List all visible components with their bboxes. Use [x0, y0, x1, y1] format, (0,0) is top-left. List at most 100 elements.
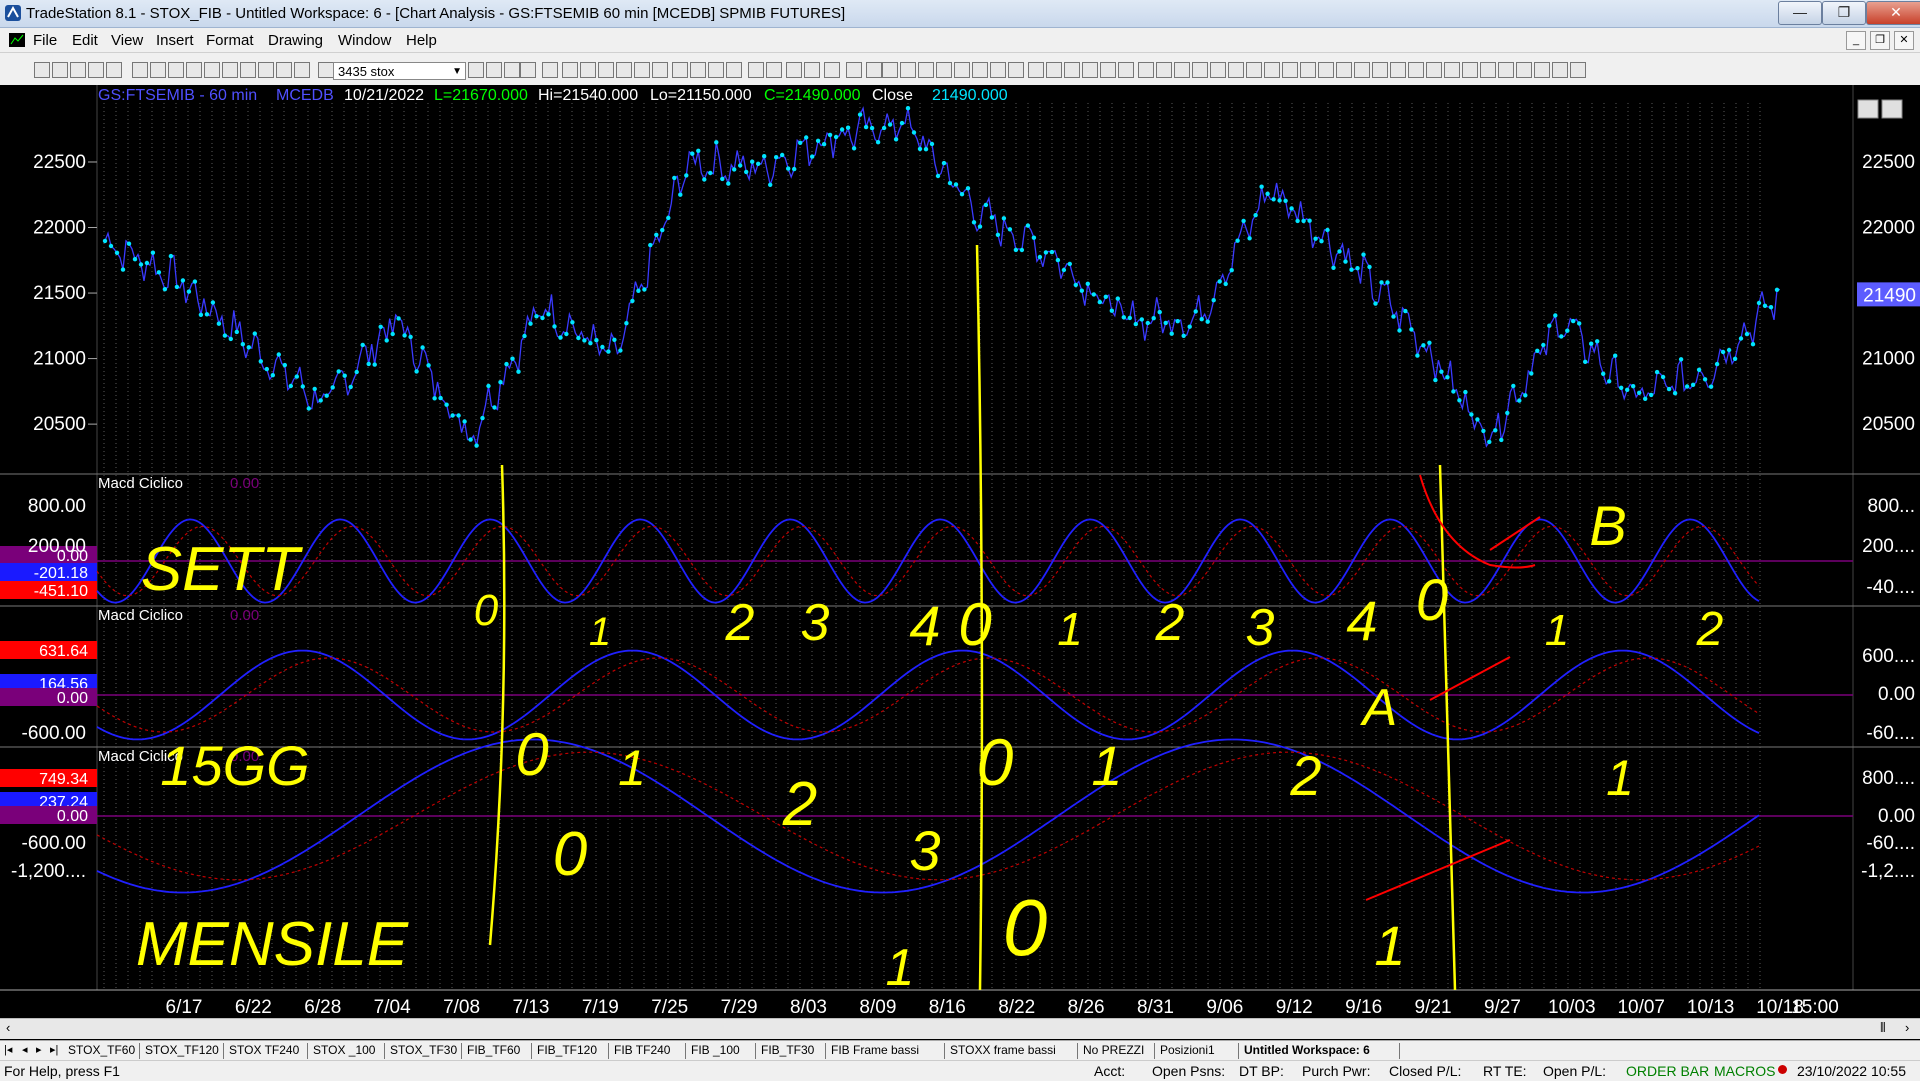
- toolbar-tool-icon[interactable]: [1318, 62, 1334, 78]
- toolbar-tool-icon[interactable]: [1480, 62, 1496, 78]
- toolbar-tool-icon[interactable]: [824, 62, 840, 78]
- chart-area[interactable]: GS:FTSEMIB - 60 min MCEDB 10/21/2022 L=2167…: [0, 85, 1920, 1018]
- toolbar-tool-icon[interactable]: [520, 62, 536, 78]
- toolbar-tool-icon[interactable]: [1100, 62, 1116, 78]
- tab-untitled-workspace-6[interactable]: Untitled Workspace: 6: [1244, 1043, 1370, 1057]
- toolbar-tool-icon[interactable]: [1082, 62, 1098, 78]
- toolbar-tool-icon[interactable]: [1064, 62, 1080, 78]
- toolbar-tool-icon[interactable]: [88, 62, 104, 78]
- toolbar-tool-icon[interactable]: [900, 62, 916, 78]
- toolbar-tool-icon[interactable]: [598, 62, 614, 78]
- toolbar-tool-icon[interactable]: [1516, 62, 1532, 78]
- toolbar-tool-icon[interactable]: [786, 62, 802, 78]
- toolbar-tool-icon[interactable]: [1390, 62, 1406, 78]
- menu-drawing[interactable]: Drawing: [268, 32, 323, 49]
- mdi-minimize-button[interactable]: _: [1846, 31, 1866, 50]
- menu-insert[interactable]: Insert: [156, 32, 194, 49]
- minimize-button[interactable]: —: [1778, 1, 1822, 25]
- toolbar-tool-icon[interactable]: [708, 62, 724, 78]
- toolbar-tool-icon[interactable]: [726, 62, 742, 78]
- toolbar-tool-icon[interactable]: [1336, 62, 1352, 78]
- status-macros[interactable]: MACROS: [1714, 1063, 1775, 1079]
- toolbar-tool-icon[interactable]: [882, 62, 898, 78]
- toolbar-tool-icon[interactable]: [70, 62, 86, 78]
- status-order-bar[interactable]: ORDER BAR: [1626, 1063, 1709, 1079]
- tab-fib-frame-bassi[interactable]: FIB Frame bassi: [831, 1043, 919, 1057]
- tab-stox-tf60[interactable]: STOX_TF60: [68, 1043, 135, 1057]
- horizontal-scrollbar[interactable]: ‹ ⦀ ›: [0, 1018, 1920, 1039]
- toolbar-tool-icon[interactable]: [276, 62, 292, 78]
- toolbar-tool-icon[interactable]: [1444, 62, 1460, 78]
- menu-edit[interactable]: Edit: [72, 32, 98, 49]
- tab-fib-tf120[interactable]: FIB_TF120: [537, 1043, 597, 1057]
- toolbar-tool-icon[interactable]: [1552, 62, 1568, 78]
- toolbar-tool-icon[interactable]: [294, 62, 310, 78]
- tab-stox-tf240[interactable]: STOX TF240: [229, 1043, 299, 1057]
- mdi-close-button[interactable]: ✕: [1894, 31, 1914, 50]
- toolbar-tool-icon[interactable]: [846, 62, 862, 78]
- toolbar-tool-icon[interactable]: [1264, 62, 1280, 78]
- toolbar-tool-icon[interactable]: [204, 62, 220, 78]
- toolbar-tool-icon[interactable]: [52, 62, 68, 78]
- toolbar-tool-icon[interactable]: [1372, 62, 1388, 78]
- maximize-button[interactable]: ❐: [1822, 1, 1866, 25]
- toolbar-tool-icon[interactable]: [616, 62, 632, 78]
- toolbar-tool-icon[interactable]: [1138, 62, 1154, 78]
- tab-fib-tf240[interactable]: FIB TF240: [614, 1043, 670, 1057]
- scroll-thumb[interactable]: ⦀: [1880, 1020, 1886, 1036]
- tab-nav-last-icon[interactable]: ▸|: [50, 1043, 58, 1056]
- close-button[interactable]: ✕: [1866, 1, 1920, 25]
- toolbar-tool-icon[interactable]: [132, 62, 148, 78]
- toolbar-tool-icon[interactable]: [1282, 62, 1298, 78]
- toolbar-tool-icon[interactable]: [186, 62, 202, 78]
- tab-no-prezzi[interactable]: No PREZZI: [1083, 1043, 1144, 1057]
- menu-file[interactable]: File: [33, 32, 57, 49]
- toolbar-tool-icon[interactable]: [1156, 62, 1172, 78]
- toolbar-tool-icon[interactable]: [1246, 62, 1262, 78]
- scroll-right-icon[interactable]: ›: [1905, 1020, 1909, 1035]
- toolbar-tool-icon[interactable]: [34, 62, 50, 78]
- toolbar-tool-icon[interactable]: [580, 62, 596, 78]
- tab-fib-100[interactable]: FIB _100: [691, 1043, 740, 1057]
- chart-window-icon[interactable]: [8, 32, 26, 48]
- toolbar-tool-icon[interactable]: [504, 62, 520, 78]
- toolbar-tool-icon[interactable]: [1354, 62, 1370, 78]
- toolbar-tool-icon[interactable]: [918, 62, 934, 78]
- toolbar-tool-icon[interactable]: [150, 62, 166, 78]
- toolbar-tool-icon[interactable]: [168, 62, 184, 78]
- toolbar-tool-icon[interactable]: [672, 62, 688, 78]
- scroll-left-icon[interactable]: ‹: [6, 1020, 10, 1035]
- toolbar-tool-icon[interactable]: [468, 62, 484, 78]
- toolbar-tool-icon[interactable]: [936, 62, 952, 78]
- toolbar-tool-icon[interactable]: [972, 62, 988, 78]
- toolbar-tool-icon[interactable]: [1300, 62, 1316, 78]
- toolbar-tool-icon[interactable]: [542, 62, 558, 78]
- tab-stoxx-frame-bassi[interactable]: STOXX frame bassi: [950, 1043, 1056, 1057]
- toolbar-tool-icon[interactable]: [634, 62, 650, 78]
- toolbar-tool-icon[interactable]: [1462, 62, 1478, 78]
- toolbar-tool-icon[interactable]: [222, 62, 238, 78]
- tab-stox-tf30[interactable]: STOX_TF30: [390, 1043, 457, 1057]
- toolbar-tool-icon[interactable]: [562, 62, 578, 78]
- toolbar-tool-icon[interactable]: [318, 62, 334, 78]
- toolbar-tool-icon[interactable]: [106, 62, 122, 78]
- toolbar-tool-icon[interactable]: [1408, 62, 1424, 78]
- toolbar-tool-icon[interactable]: [766, 62, 782, 78]
- mdi-restore-button[interactable]: ❐: [1870, 31, 1890, 50]
- tab-nav-prev-icon[interactable]: ◂: [22, 1043, 28, 1056]
- menu-help[interactable]: Help: [406, 32, 437, 49]
- toolbar-tool-icon[interactable]: [652, 62, 668, 78]
- toolbar-tool-icon[interactable]: [1028, 62, 1044, 78]
- panel-minimize-button[interactable]: [1857, 99, 1879, 119]
- toolbar-tool-icon[interactable]: [804, 62, 820, 78]
- menu-window[interactable]: Window: [338, 32, 391, 49]
- toolbar-tool-icon[interactable]: [748, 62, 764, 78]
- tab-fib-tf30[interactable]: FIB_TF30: [761, 1043, 814, 1057]
- toolbar-tool-icon[interactable]: [1118, 62, 1134, 78]
- toolbar-tool-icon[interactable]: [1498, 62, 1514, 78]
- toolbar-tool-icon[interactable]: [1534, 62, 1550, 78]
- toolbar-tool-icon[interactable]: [486, 62, 502, 78]
- tab-nav-first-icon[interactable]: |◂: [4, 1043, 12, 1056]
- toolbar-tool-icon[interactable]: [1174, 62, 1190, 78]
- panel-restore-button[interactable]: [1881, 99, 1903, 119]
